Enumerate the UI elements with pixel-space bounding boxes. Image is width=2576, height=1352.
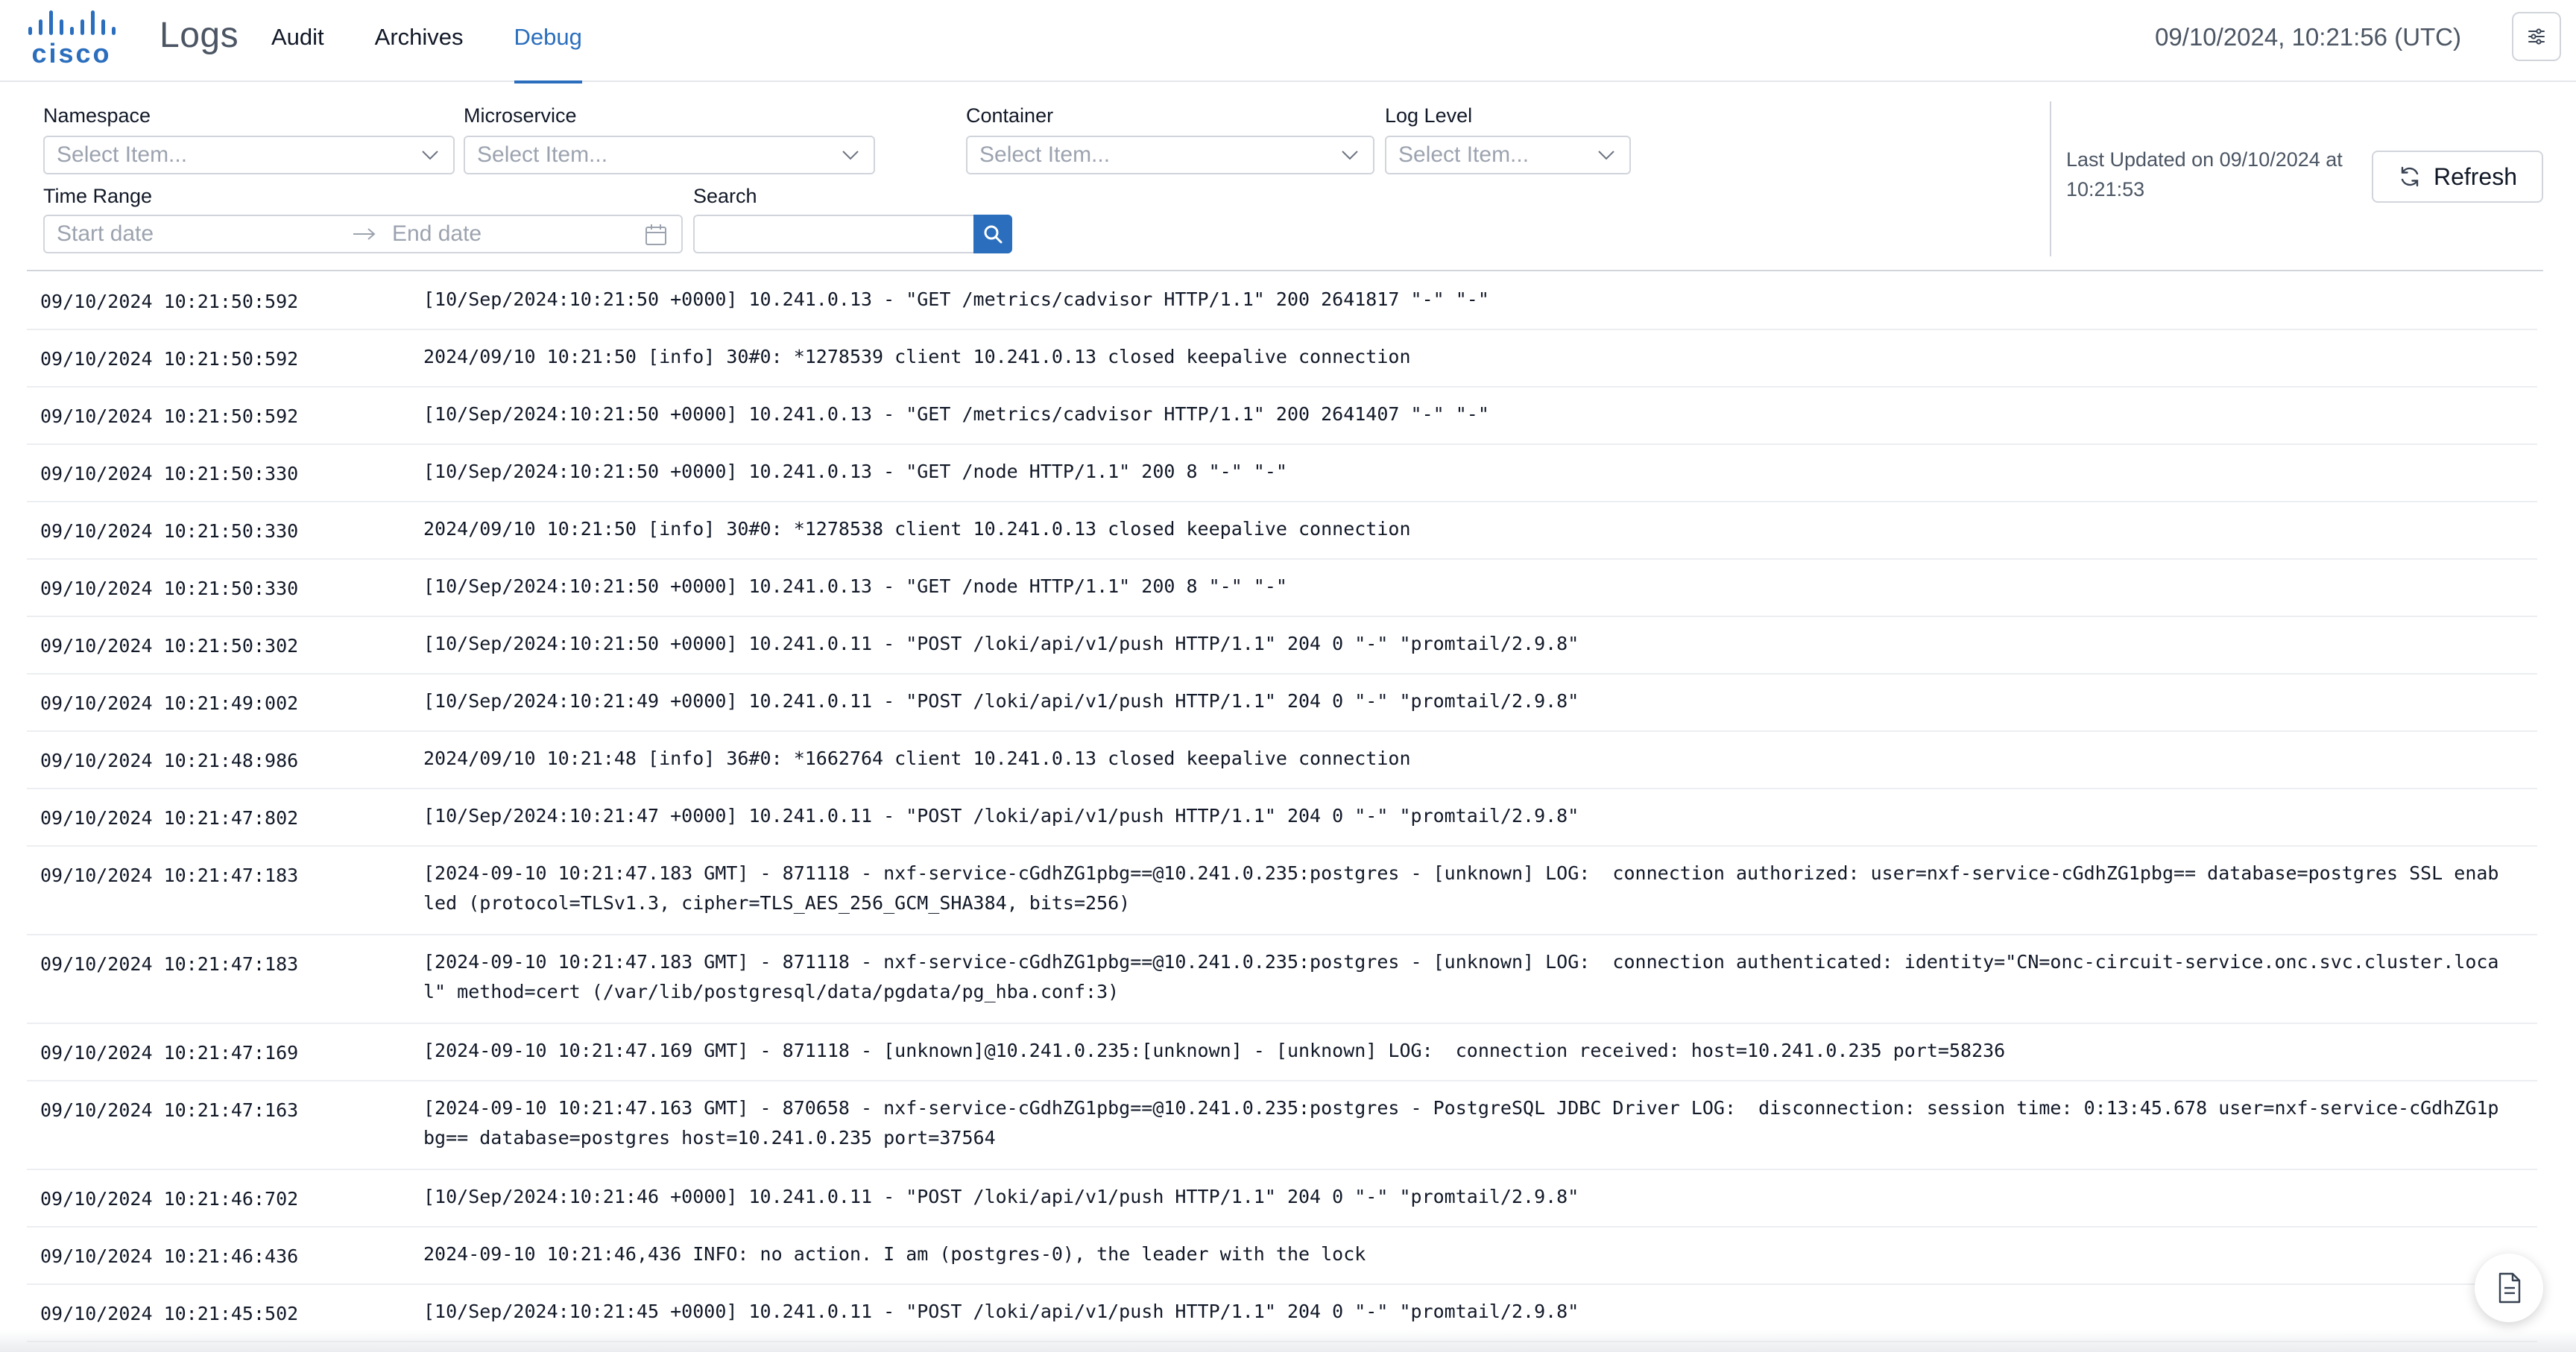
container-select[interactable]: Select Item... [966, 136, 1374, 174]
export-button[interactable] [2475, 1254, 2543, 1322]
log-timestamp: 09/10/2024 10:21:50:330 [40, 463, 299, 484]
log-timestamp: 09/10/2024 10:21:49:002 [40, 692, 299, 714]
log-row[interactable]: 09/10/2024 10:21:50:592 [10/Sep/2024:10:2… [27, 388, 2537, 445]
log-timestamp: 09/10/2024 10:21:50:330 [40, 520, 299, 542]
log-message: [10/Sep/2024:10:21:45 +0000] 10.241.0.11… [423, 1301, 1579, 1322]
tab-archives[interactable]: Archives [350, 0, 489, 82]
refresh-button[interactable]: Refresh [2372, 151, 2543, 203]
document-icon [2498, 1272, 2521, 1304]
log-timestamp: 09/10/2024 10:21:46:702 [40, 1188, 299, 1210]
log-timestamp: 09/10/2024 10:21:47:183 [40, 953, 299, 975]
logs-app: cisco Logs Audit Archives Debug 09/10/20… [0, 0, 2576, 1352]
log-message: 2024/09/10 10:21:48 [info] 36#0: *166276… [423, 748, 1411, 769]
log-row[interactable]: 09/10/2024 10:21:50:592 [10/Sep/2024:10:2… [27, 273, 2537, 330]
refresh-label: Refresh [2433, 162, 2518, 190]
log-level-select[interactable]: Select Item... [1385, 136, 1631, 174]
log-message: [10/Sep/2024:10:21:49 +0000] 10.241.0.11… [423, 690, 1579, 712]
current-datetime: 09/10/2024, 10:21:56 (UTC) [2155, 23, 2461, 51]
filter-panel: Namespace Select Item... Microservice Se… [27, 82, 2543, 271]
search-button[interactable] [973, 215, 1012, 253]
log-timestamp: 09/10/2024 10:21:50:592 [40, 291, 299, 312]
chevron-down-icon [842, 151, 859, 160]
log-row[interactable]: 09/10/2024 10:21:47:802 [10/Sep/2024:10:2… [27, 789, 2537, 847]
end-date-input[interactable]: End date [392, 216, 482, 252]
search-icon [984, 225, 1003, 244]
start-date-input[interactable]: Start date [57, 216, 154, 252]
log-timestamp: 09/10/2024 10:21:47:183 [40, 865, 299, 886]
arrow-right-icon [353, 228, 376, 240]
namespace-select[interactable]: Select Item... [43, 136, 455, 174]
time-range-label: Time Range [43, 185, 153, 207]
search-label: Search [693, 185, 757, 207]
log-row[interactable]: 09/10/2024 10:21:46:702 [10/Sep/2024:10:2… [27, 1170, 2537, 1228]
log-row[interactable]: 09/10/2024 10:21:50:330 2024/09/10 10:21:… [27, 502, 2537, 560]
microservice-placeholder: Select Item... [477, 142, 608, 167]
log-row[interactable]: 09/10/2024 10:21:46:436 2024-09-10 10:21:… [27, 1228, 2537, 1285]
app-title: Logs [160, 16, 239, 55]
log-row[interactable]: 09/10/2024 10:21:45:502 [10/Sep/2024:10:2… [27, 1285, 2537, 1342]
cisco-logo[interactable]: cisco [27, 9, 128, 66]
log-row[interactable]: 09/10/2024 10:21:50:302 [10/Sep/2024:10:2… [27, 617, 2537, 675]
log-row[interactable]: 09/10/2024 10:21:47:183 [2024-09-10 10:21… [27, 935, 2537, 1024]
main-nav: Audit Archives Debug [271, 0, 607, 83]
log-message: [2024-09-10 10:21:47.163 GMT] - 870658 -… [423, 1097, 2499, 1149]
cisco-wordmark: cisco [31, 38, 111, 66]
chevron-down-icon [1598, 151, 1614, 160]
log-row[interactable]: 09/10/2024 10:21:50:592 2024/09/10 10:21:… [27, 330, 2537, 388]
log-timestamp: 09/10/2024 10:21:45:502 [40, 1303, 299, 1324]
log-timestamp: 09/10/2024 10:21:50:592 [40, 348, 299, 370]
log-timestamp: 09/10/2024 10:21:47:163 [40, 1099, 299, 1121]
log-level-label: Log Level [1385, 104, 1473, 127]
log-row[interactable]: 09/10/2024 10:21:50:330 [10/Sep/2024:10:2… [27, 560, 2537, 617]
chevron-down-icon [1342, 151, 1358, 160]
log-row[interactable]: 09/10/2024 10:21:47:169 [2024-09-10 10:21… [27, 1024, 2537, 1081]
last-updated-text: Last Updated on 09/10/2024 at 10:21:53 [2066, 148, 2343, 200]
log-row[interactable]: 09/10/2024 10:21:47:183 [2024-09-10 10:21… [27, 847, 2537, 935]
tab-debug[interactable]: Debug [489, 0, 607, 83]
log-timestamp: 09/10/2024 10:21:50:330 [40, 578, 299, 599]
log-table: 09/10/2024 10:21:50:592 [10/Sep/2024:10:2… [27, 273, 2537, 1342]
namespace-placeholder: Select Item... [57, 142, 188, 167]
log-row[interactable]: 09/10/2024 10:21:49:002 [10/Sep/2024:10:2… [27, 675, 2537, 732]
tab-audit[interactable]: Audit [271, 0, 350, 82]
log-message: [2024-09-10 10:21:47.183 GMT] - 871118 -… [423, 951, 2499, 1002]
log-timestamp: 09/10/2024 10:21:50:302 [40, 635, 299, 657]
refresh-icon [2401, 166, 2419, 187]
log-message: [10/Sep/2024:10:21:50 +0000] 10.241.0.13… [423, 403, 1489, 425]
date-range-picker[interactable]: Start date End date [43, 215, 683, 253]
log-timestamp: 09/10/2024 10:21:46:436 [40, 1245, 299, 1267]
log-message: 2024/09/10 10:21:50 [info] 30#0: *127853… [423, 346, 1411, 367]
log-message: [10/Sep/2024:10:21:46 +0000] 10.241.0.11… [423, 1186, 1579, 1207]
log-timestamp: 09/10/2024 10:21:50:592 [40, 405, 299, 427]
log-timestamp: 09/10/2024 10:21:47:169 [40, 1042, 299, 1064]
log-message: [10/Sep/2024:10:21:50 +0000] 10.241.0.13… [423, 288, 1489, 310]
top-header: cisco Logs Audit Archives Debug 09/10/20… [0, 0, 2576, 83]
chevron-down-icon [422, 151, 438, 160]
container-label: Container [966, 104, 1054, 127]
log-message: 2024/09/10 10:21:50 [info] 30#0: *127853… [423, 518, 1411, 540]
search-input[interactable] [693, 215, 975, 253]
log-message: 2024-09-10 10:21:46,436 INFO: no action.… [423, 1243, 1366, 1265]
log-message: [2024-09-10 10:21:47.169 GMT] - 871118 -… [423, 1040, 2006, 1061]
log-timestamp: 09/10/2024 10:21:47:802 [40, 807, 299, 829]
log-message: [2024-09-10 10:21:47.183 GMT] - 871118 -… [423, 862, 2499, 914]
container-placeholder: Select Item... [979, 142, 1111, 167]
calendar-icon [645, 224, 666, 245]
namespace-label: Namespace [43, 104, 151, 127]
log-row[interactable]: 09/10/2024 10:21:47:163 [2024-09-10 10:21… [27, 1081, 2537, 1170]
settings-button[interactable] [2512, 12, 2561, 61]
vertical-divider [2050, 101, 2051, 256]
microservice-label: Microservice [464, 104, 577, 127]
log-message: [10/Sep/2024:10:21:50 +0000] 10.241.0.13… [423, 461, 1287, 482]
log-level-placeholder: Select Item... [1398, 142, 1530, 167]
log-row[interactable]: 09/10/2024 10:21:48:986 2024/09/10 10:21:… [27, 732, 2537, 789]
log-message: [10/Sep/2024:10:21:50 +0000] 10.241.0.11… [423, 633, 1579, 654]
sliders-icon [2528, 28, 2545, 45]
log-row[interactable]: 09/10/2024 10:21:50:330 [10/Sep/2024:10:2… [27, 445, 2537, 502]
microservice-select[interactable]: Select Item... [464, 136, 875, 174]
log-message: [10/Sep/2024:10:21:50 +0000] 10.241.0.13… [423, 575, 1287, 597]
log-timestamp: 09/10/2024 10:21:48:986 [40, 750, 299, 771]
log-message: [10/Sep/2024:10:21:47 +0000] 10.241.0.11… [423, 805, 1579, 827]
